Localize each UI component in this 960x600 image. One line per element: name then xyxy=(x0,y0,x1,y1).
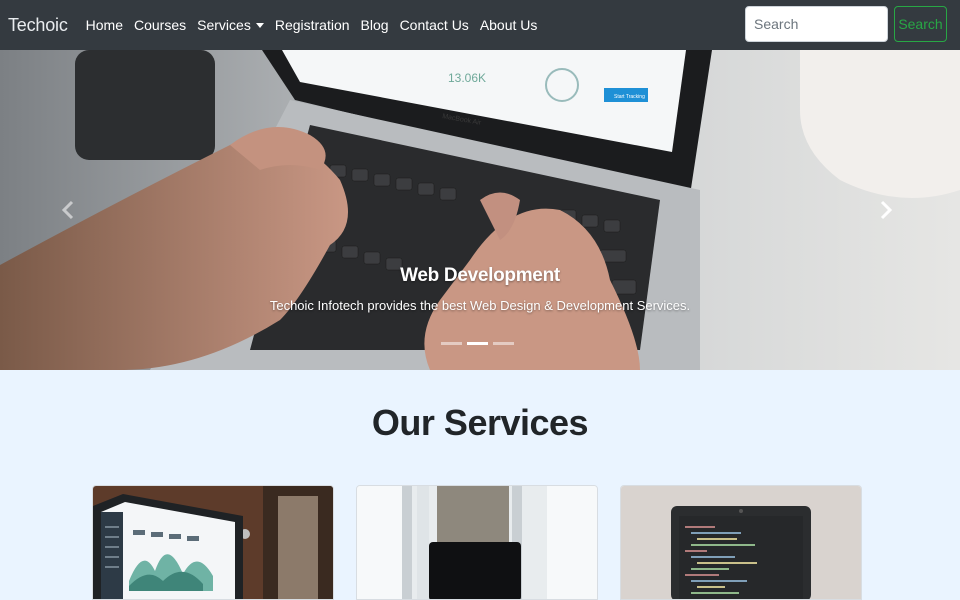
nav-link-about[interactable]: About Us xyxy=(480,17,538,33)
service-card-1[interactable] xyxy=(92,485,334,600)
slide-image-laptop-typing: 13.06K Start Tracking MacBook Air xyxy=(0,50,960,370)
chevron-right-icon xyxy=(880,200,893,220)
carousel-next-button[interactable] xyxy=(826,50,946,370)
caret-down-icon xyxy=(255,22,264,28)
nav-dropdown-services[interactable]: Services xyxy=(197,17,264,33)
nav-link-home[interactable]: Home xyxy=(86,17,123,33)
carousel-indicator-1[interactable] xyxy=(441,342,462,345)
brand-logo[interactable]: Techoic xyxy=(8,15,68,36)
slide-description: Techoic Infotech provides the best Web D… xyxy=(269,298,691,313)
dashboard-laptop-image xyxy=(93,486,333,599)
service-card-3[interactable] xyxy=(620,485,862,600)
service-card-2[interactable] xyxy=(356,485,598,600)
nav-link-contact[interactable]: Contact Us xyxy=(400,17,469,33)
carousel-indicator-2[interactable] xyxy=(467,342,488,345)
slide-title: Web Development xyxy=(400,265,560,286)
carousel-indicators xyxy=(441,342,519,345)
search-button[interactable]: Search xyxy=(894,6,947,42)
nav-links: Home Courses Services Registration Blog … xyxy=(86,17,549,33)
laptop-screen-button: Start Tracking xyxy=(614,94,645,100)
code-laptop-image xyxy=(621,486,861,599)
nav-link-registration[interactable]: Registration xyxy=(275,17,350,33)
navbar: Techoic Home Courses Services Registrati… xyxy=(0,0,960,50)
tablet-window-image xyxy=(357,486,597,599)
nav-link-blog[interactable]: Blog xyxy=(361,17,389,33)
hero-carousel: 13.06K Start Tracking MacBook Air Web De… xyxy=(0,50,960,370)
chevron-left-icon xyxy=(61,200,74,220)
nav-link-courses[interactable]: Courses xyxy=(134,17,186,33)
search-form: Search xyxy=(745,6,947,42)
carousel-indicator-3[interactable] xyxy=(493,342,514,345)
services-heading: Our Services xyxy=(371,402,589,443)
laptop-screen-metric: 13.06K xyxy=(448,71,486,85)
nav-link-services-label: Services xyxy=(197,17,251,33)
search-input[interactable] xyxy=(745,6,888,42)
carousel-prev-button[interactable] xyxy=(8,50,128,370)
